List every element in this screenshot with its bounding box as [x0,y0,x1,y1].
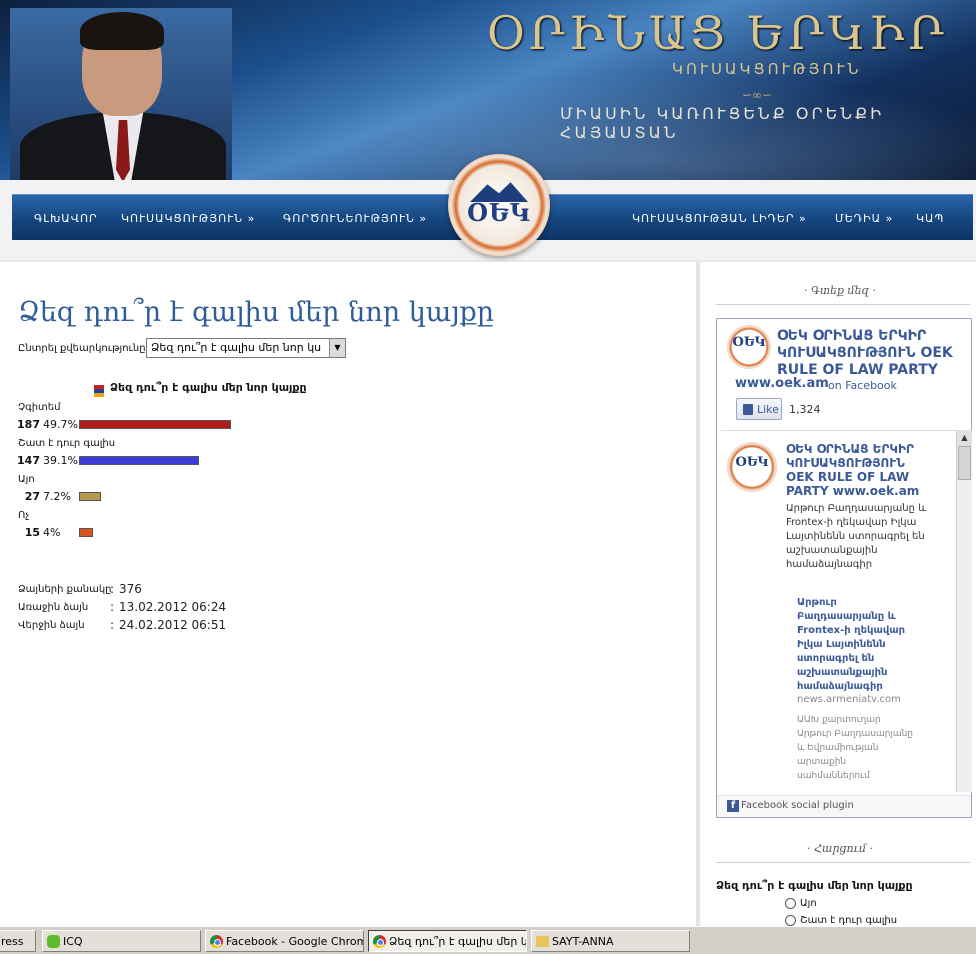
stat-first-value: 13.02.2012 06:24 [119,600,227,614]
brand-ornament: ∽∞∽ [742,88,773,102]
brand-slogan: ՄԻԱՍԻՆ ԿԱՌՈՒՑԵՆՔ ՕՐԵՆՔԻ ՀԱՅԱՍՏԱՆ [560,104,885,142]
nav-item-leaders[interactable]: ԿՈՒՍԱԿՑՈՒԹՅԱՆ ԼԻԴԵՐ » [632,212,807,225]
poll-select-label: Ընտրել քվեարկությունը [18,343,146,354]
brand-title: ՕՐԻՆԱՑ ԵՐԿԻՐ [486,6,948,60]
poll-select[interactable]: Ձեզ դու՞ր է գալիս մեր նոր կս ▼ [146,338,346,358]
result-bar [79,528,93,537]
taskbar-item-label: Facebook - Google Chrome [226,935,364,948]
party-logo[interactable]: ՕԵԿ [448,154,550,256]
result-bar [79,420,231,429]
fb-stream-scrollbar[interactable]: ▲ [956,430,972,792]
answer-label: Այո [18,474,35,485]
nav-item-media[interactable]: ՄԵԴԻԱ » [835,212,893,225]
stat-votes-label: Ձայների քանակը [18,584,112,595]
fb-like-label: Like [757,403,779,416]
stat-last-sep: : [110,618,115,632]
fb-page-avatar[interactable]: ՕԵԿ [727,325,771,369]
nav-item-contact[interactable]: ԿԱՊ [916,212,944,225]
taskbar-item-icq[interactable]: ICQ [42,930,201,952]
poll-option-yes-radio[interactable] [785,898,796,909]
follow-divider [716,304,970,305]
stat-votes-sep: : [110,582,115,596]
stat-votes-value: 376 [119,582,142,596]
chart-title: Ձեզ դու՞ր է գալիս մեր նոր կայքը [110,381,307,394]
fb-on-facebook[interactable]: on Facebook [828,379,897,392]
fb-page-name[interactable]: ՕԵԿ ՕՐԻՆԱՑ ԵՐԿԻՐ ԿՈՒՍԱԿՑՈՒԹՅՈՒՆ OEK RULE… [777,328,967,379]
post-author[interactable]: ՕԵԿ ՕՐԻՆԱՑ ԵՐԿԻՐ ԿՈՒՍԱԿՑՈՒԹՅՈՒՆ OEK RULE… [786,442,936,498]
answer-label: Ոչ [18,510,30,521]
logo-letters: ՕԵԿ [467,198,531,227]
leader-portrait [10,8,232,182]
armenian-flag-icon [94,385,104,397]
taskbar-item-label: SAYT-ANNA [552,935,614,948]
taskbar-item-label: ress [1,935,24,948]
taskbar-item-poll-chrome[interactable]: Ձեզ դու՞ր է գալիս մեր կ... [368,930,527,952]
poll-select-value: Ձեզ դու՞ր է գալիս մեր նոր կս [151,341,322,354]
post-source[interactable]: news.armeniatv.com [797,694,901,705]
follow-heading: · Գտեք մեզ · [804,284,877,297]
taskbar-item-label: ICQ [63,935,83,948]
scroll-up-icon[interactable]: ▲ [957,430,972,446]
answer-count: 27 [24,490,40,503]
scroll-thumb[interactable] [958,446,971,480]
result-bar [79,492,101,501]
answer-percent: 7.2% [43,490,71,503]
answer-label: Չգիտեմ [18,402,61,413]
taskbar-item-facebook-chrome[interactable]: Facebook - Google Chrome [205,930,364,952]
chevron-down-icon[interactable]: ▼ [329,339,345,357]
taskbar-item-sayt-anna[interactable]: SAYT-ANNA [531,930,690,952]
poll-title: Ձեզ դու՞ր է գալիս մեր նոր կայքը [18,297,495,328]
poll-widget-divider [716,862,970,863]
poll-option-like-radio[interactable] [785,915,796,926]
fb-like-count: 1,324 [789,403,821,416]
stat-last-label: Վերջին ձայն [18,620,85,631]
poll-option-like-label[interactable]: Շատ է դուր գալիս [800,915,897,926]
nav-item-activities[interactable]: ԳՈՐԾՈՒՆԵՈՒԹՅՈՒՆ » [283,212,427,225]
nav-item-party[interactable]: ԿՈՒՍԱԿՑՈՒԹՅՈՒՆ » [121,212,255,225]
answer-percent: 4% [43,526,61,539]
fb-like-button[interactable]: Like [736,398,782,420]
answer-count: 147 [17,454,40,467]
answer-percent: 39.1% [43,454,78,467]
post-excerpt: ԱԱԽ քարտուղար Արթուր Բաղդասարյանը և Եվրա… [797,715,914,781]
poll-widget-heading: · Հարցում · [807,842,874,855]
answer-percent: 49.7% [43,418,78,431]
nav-item-home[interactable]: ԳԼԽԱՎՈՐ [34,212,98,225]
stat-first-sep: : [110,600,115,614]
icq-icon [47,935,60,948]
fb-footer-label: Facebook social plugin [741,800,854,811]
thumbs-up-icon [743,404,753,415]
facebook-icon: f [727,800,739,812]
answer-label: Շատ է դուր գալիս [18,438,116,449]
post-avatar[interactable]: ՕԵԿ [727,442,777,492]
chrome-icon [373,935,386,948]
post-text: Արթուր Բաղդասարյանը և Frontex-ի ղեկավար … [786,503,927,570]
portrait-hair [80,12,164,50]
stat-first-label: Առաջին ձայն [18,602,89,613]
taskbar-item-label: Ձեզ դու՞ր է գալիս մեր կ... [389,935,527,948]
brand-subtitle: ԿՈՒՍԱԿՑՈՒԹՅՈՒՆ [672,60,862,78]
chrome-icon [210,935,223,948]
fb-page-url[interactable]: www.oek.am [735,376,829,391]
poll-widget-question: Ձեզ դու՞ր է գալիս մեր նոր կայքը [716,879,913,892]
taskbar-item-ress[interactable]: ress [0,930,36,952]
fb-social-plugin-footer[interactable]: f Facebook social plugin [717,795,971,817]
stat-last-value: 24.02.2012 06:51 [119,618,227,632]
post-link[interactable]: Արթուր Բաղդասարյանը և Frontex-ի ղեկավար … [797,596,927,694]
page-root: ՕՐԻՆԱՑ ԵՐԿԻՐ ԿՈՒՍԱԿՑՈՒԹՅՈՒՆ ∽∞∽ ՄԻԱՍԻՆ Կ… [0,0,976,954]
result-bar [79,456,199,465]
answer-count: 15 [24,526,40,539]
answer-count: 187 [17,418,40,431]
folder-icon [536,936,549,947]
poll-option-yes-label[interactable]: Այո [800,898,817,909]
